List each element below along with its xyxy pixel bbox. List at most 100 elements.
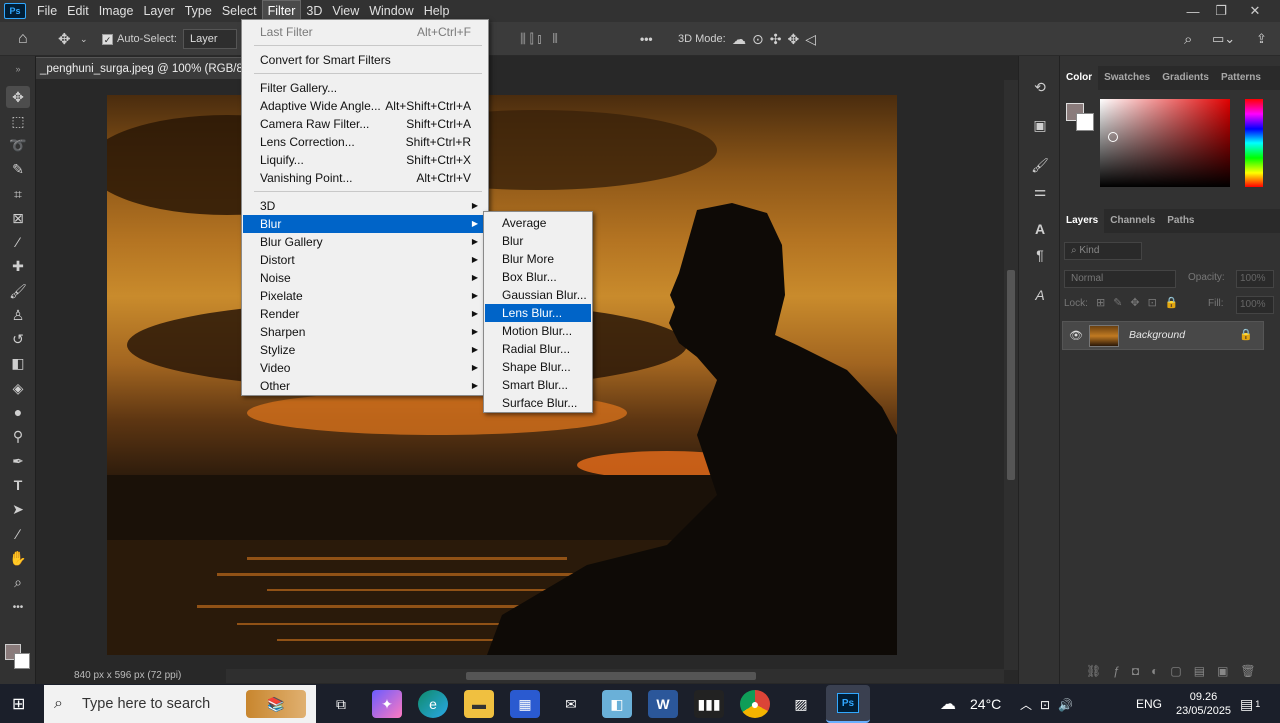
type-tool-icon[interactable]: T	[6, 474, 30, 496]
menu-item-blur-more[interactable]: Blur More	[485, 250, 591, 268]
close-icon[interactable]: ✕	[1238, 0, 1272, 22]
lock-icon[interactable]: 🔒	[1239, 328, 1253, 341]
move-tool-icon[interactable]: ✥	[58, 30, 71, 48]
auto-select-checkbox[interactable]: ✓ Auto-Select:	[102, 30, 177, 48]
lasso-tool-icon[interactable]: ➰	[6, 134, 30, 156]
menu-item-smart-blur[interactable]: Smart Blur...	[485, 376, 591, 394]
menu-item-convert-smart-filters[interactable]: Convert for Smart Filters	[243, 51, 487, 69]
menu-item-lens-blur[interactable]: Lens Blur...	[485, 304, 591, 322]
collapse-icon[interactable]: »	[6, 58, 30, 80]
tab-swatches[interactable]: Swatches	[1098, 66, 1156, 90]
language-indicator[interactable]: ENG	[1136, 686, 1162, 722]
layer-kind-filter[interactable]: ⌕ Kind	[1064, 242, 1142, 260]
copilot-icon[interactable]: ✦	[372, 690, 402, 718]
menu-item-pixelate[interactable]: Pixelate ▶	[243, 287, 487, 305]
hand-tool-icon[interactable]: ✋	[6, 547, 30, 569]
menu-item-other[interactable]: Other ▶	[243, 377, 487, 395]
character-panel-icon[interactable]: A	[1027, 218, 1053, 240]
horizontal-scroll-thumb[interactable]	[466, 672, 756, 680]
photoshop-logo[interactable]: Ps	[4, 3, 26, 19]
notification-icon[interactable]: ▤ 1	[1240, 686, 1260, 722]
search-highlight-icon[interactable]: 📚	[246, 690, 306, 718]
restore-icon[interactable]: ❐	[1204, 0, 1238, 22]
word-icon[interactable]: W	[648, 690, 678, 718]
store-icon[interactable]: ▦	[510, 690, 540, 718]
layer-row-background[interactable]: 👁 Background 🔒	[1062, 321, 1264, 350]
edge-icon[interactable]: e	[418, 690, 448, 718]
file-explorer-icon[interactable]: ▬	[464, 690, 494, 718]
menu-item-liquify[interactable]: Liquify... Shift+Ctrl+X	[243, 151, 487, 169]
menu-item-adaptive-wide-angle[interactable]: Adaptive Wide Angle... Alt+Shift+Ctrl+A	[243, 97, 487, 115]
menu-item-radial-blur[interactable]: Radial Blur...	[485, 340, 591, 358]
blend-mode-select[interactable]: Normal	[1064, 270, 1176, 288]
brush-tool-icon[interactable]: 🖌	[6, 280, 30, 302]
menu-item-blur-gallery[interactable]: Blur Gallery ▶	[243, 233, 487, 251]
tray-icons[interactable]: ︿⊡🔊	[1020, 686, 1081, 722]
notes-icon[interactable]: ◧	[602, 690, 632, 718]
stamp-tool-icon[interactable]: ♙	[6, 304, 30, 326]
menu-edit[interactable]: Edit	[62, 0, 94, 22]
menu-item-render[interactable]: Render ▶	[243, 305, 487, 323]
taskbar-photoshop[interactable]: Ps	[826, 685, 870, 723]
eye-icon[interactable]: 👁	[1069, 329, 1083, 342]
menu-item-blur[interactable]: Blur ▶	[243, 215, 487, 233]
history-brush-tool-icon[interactable]: ↺	[6, 328, 30, 350]
menu-item-noise[interactable]: Noise ▶	[243, 269, 487, 287]
libraries-panel-icon[interactable]: ▣	[1027, 114, 1053, 136]
share-icon[interactable]: ⇪	[1256, 30, 1267, 48]
menu-item-shape-blur[interactable]: Shape Blur...	[485, 358, 591, 376]
weather-icon[interactable]: ☁	[940, 686, 956, 722]
menu-item-motion-blur[interactable]: Motion Blur...	[485, 322, 591, 340]
menu-type[interactable]: Type	[180, 0, 217, 22]
glyphs-panel-icon[interactable]: A	[1027, 284, 1053, 306]
auto-select-dropdown[interactable]: Layer	[183, 29, 237, 49]
clock[interactable]: 09.26 23/05/2025	[1176, 686, 1231, 722]
search-icon[interactable]: ⌕	[1184, 30, 1192, 48]
menu-item-box-blur[interactable]: Box Blur...	[485, 268, 591, 286]
menu-file[interactable]: File	[32, 0, 62, 22]
chrome-icon[interactable]: ●	[740, 690, 770, 718]
home-icon[interactable]: ⌂	[18, 30, 28, 48]
adjustments-icon[interactable]: ⚌	[1027, 180, 1053, 202]
menu-item-stylize[interactable]: Stylize ▶	[243, 341, 487, 359]
line-tool-icon[interactable]: ∕	[6, 523, 30, 545]
path-select-tool-icon[interactable]: ➤	[6, 498, 30, 520]
layers-footer-icons[interactable]: ⛓ƒ◘◐▢▤▣🗑	[1086, 664, 1268, 678]
paragraph-panel-icon[interactable]: ¶	[1027, 244, 1053, 266]
menu-item-gaussian-blur[interactable]: Gaussian Blur...	[485, 286, 591, 304]
document-status[interactable]: 840 px x 596 px (72 ppi)	[36, 669, 226, 683]
chevron-down-icon[interactable]: ⌄	[80, 30, 88, 48]
menu-item-sharpen[interactable]: Sharpen ▶	[243, 323, 487, 341]
fill-input[interactable]: 100%	[1236, 296, 1274, 314]
move-tool-icon[interactable]: ✥	[6, 86, 30, 108]
color-picker-cursor[interactable]	[1108, 132, 1118, 142]
menu-item-filter-gallery[interactable]: Filter Gallery...	[243, 79, 487, 97]
marquee-tool-icon[interactable]: ⬚	[6, 110, 30, 132]
hue-slider[interactable]	[1245, 99, 1263, 187]
tab-layers[interactable]: Layers	[1060, 209, 1105, 233]
menu-image[interactable]: Image	[94, 0, 139, 22]
horizontal-scrollbar[interactable]	[226, 669, 1004, 683]
menu-item-video[interactable]: Video ▶	[243, 359, 487, 377]
eraser-tool-icon[interactable]: ◧	[6, 352, 30, 374]
quick-select-tool-icon[interactable]: ✎	[6, 158, 30, 180]
weather-temp[interactable]: 24°C	[970, 686, 1001, 722]
zoom-tool-icon[interactable]: ⌕	[6, 571, 30, 593]
color-picker-field[interactable]	[1100, 99, 1230, 187]
menu-layer[interactable]: Layer	[138, 0, 179, 22]
menu-item-lens-correction[interactable]: Lens Correction... Shift+Ctrl+R	[243, 133, 487, 151]
menu-item-vanishing-point[interactable]: Vanishing Point... Alt+Ctrl+V	[243, 169, 487, 187]
vertical-scroll-thumb[interactable]	[1007, 270, 1015, 480]
menu-item-distort[interactable]: Distort ▶	[243, 251, 487, 269]
dodge-tool-icon[interactable]: ⚲	[6, 425, 30, 447]
history-panel-icon[interactable]: ⟲	[1027, 76, 1053, 98]
pen-tool-icon[interactable]: ✒	[6, 450, 30, 472]
tab-gradients[interactable]: Gradients	[1156, 66, 1215, 90]
opacity-input[interactable]: 100%	[1236, 270, 1274, 288]
menu-item-3d[interactable]: 3D ▶	[243, 197, 487, 215]
windows-start-icon[interactable]: ⊞	[12, 694, 32, 714]
layer-name[interactable]: Background	[1129, 329, 1185, 341]
image-app-icon[interactable]: ▨	[786, 690, 816, 718]
task-view-icon[interactable]: ⧉	[326, 690, 356, 718]
3d-mode-icons[interactable]: ☁⊙✣✥◁	[732, 30, 822, 48]
